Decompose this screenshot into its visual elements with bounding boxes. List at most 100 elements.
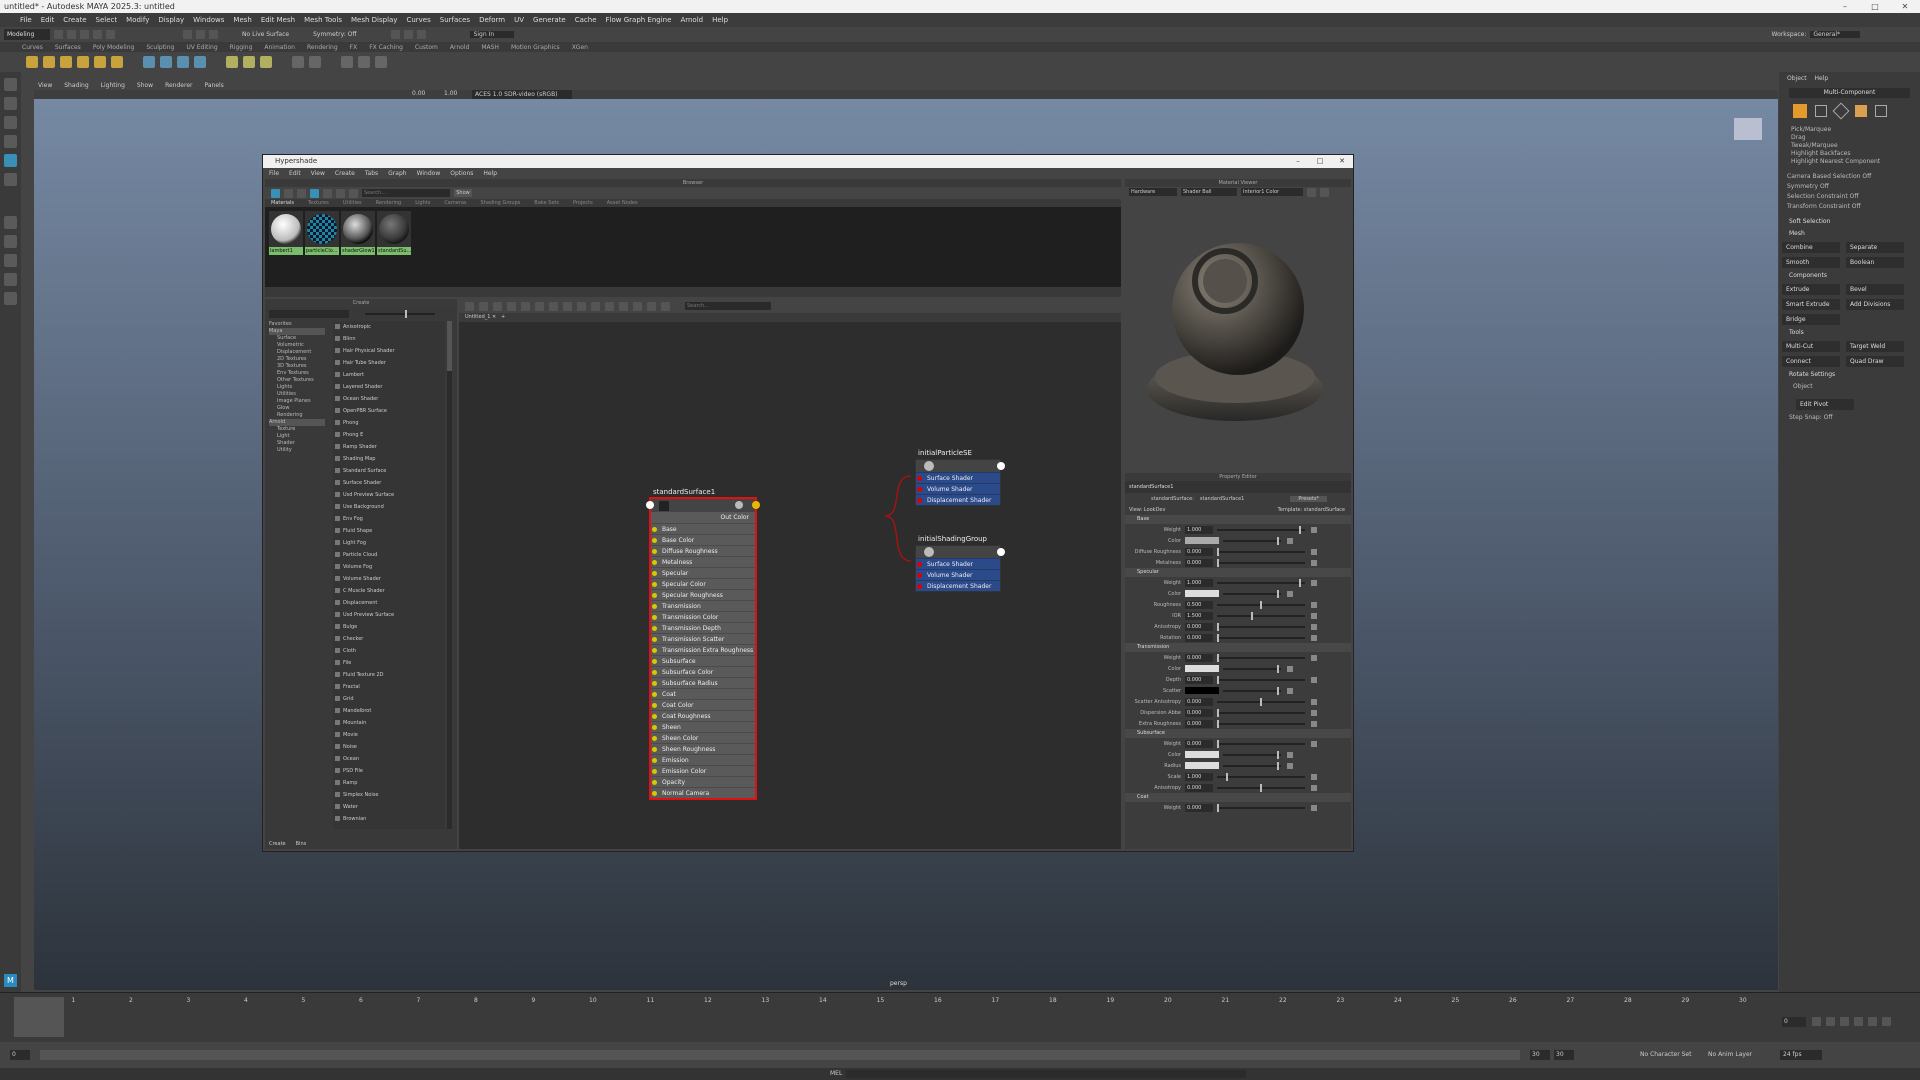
graph-remove-icon[interactable] — [535, 301, 544, 311]
section-base[interactable]: Base — [1125, 515, 1351, 524]
menu-modify[interactable]: Modify — [126, 16, 149, 24]
create-item-movie[interactable]: Movie — [333, 729, 445, 741]
prop-value-field[interactable]: 0.000 — [1185, 547, 1213, 556]
quad-draw-button[interactable]: Quad Draw — [1846, 356, 1904, 367]
create-item-env-fog[interactable]: Env Fog — [333, 513, 445, 525]
step-forward-icon[interactable] — [1868, 1017, 1877, 1026]
map-button-icon[interactable] — [1311, 784, 1317, 791]
shelf-tab-motion-graphics[interactable]: Motion Graphics — [511, 44, 560, 51]
viewport-menu-show[interactable]: Show — [137, 82, 153, 89]
attr-specular-color[interactable]: Specular Color — [651, 578, 755, 589]
tab-help[interactable]: Help — [1815, 75, 1829, 82]
attr-specular[interactable]: Specular — [651, 567, 755, 578]
torus-primitive-icon[interactable] — [111, 56, 123, 68]
out-color-attr[interactable]: Out Color — [651, 512, 755, 523]
map-button-icon[interactable] — [1311, 526, 1317, 533]
symmetry-label[interactable]: Symmetry: Off — [313, 31, 356, 38]
cube-primitive-icon[interactable] — [26, 56, 38, 68]
menu-windows[interactable]: Windows — [193, 16, 224, 24]
prop-slider[interactable] — [1217, 719, 1305, 728]
map-button-icon[interactable] — [1287, 687, 1293, 694]
category-image-planes[interactable]: Image Planes — [269, 398, 325, 405]
create-item-noise[interactable]: Noise — [333, 741, 445, 753]
combine-icon[interactable] — [143, 56, 155, 68]
viewport-menu-shading[interactable]: Shading — [64, 82, 88, 89]
pause-icon[interactable] — [1307, 187, 1316, 197]
graph-bookmark-icon[interactable] — [661, 301, 670, 311]
range-start-field[interactable]: 0 — [10, 1050, 30, 1060]
create-item-bulge[interactable]: Bulge — [333, 621, 445, 633]
create-item-file[interactable]: File — [333, 657, 445, 669]
smooth-icon[interactable] — [194, 56, 206, 68]
close-icon[interactable]: ✕ — [1890, 0, 1920, 13]
create-item-ocean[interactable]: Ocean — [333, 753, 445, 765]
prop-value-field[interactable]: 1.000 — [1185, 578, 1213, 587]
map-button-icon[interactable] — [1311, 698, 1317, 705]
create-item-checker[interactable]: Checker — [333, 633, 445, 645]
symmetry-prop-value[interactable]: Off — [1820, 183, 1829, 190]
renderer-select[interactable]: Hardware — [1129, 188, 1177, 196]
viewport-menu-view[interactable]: View — [38, 82, 52, 89]
category-light[interactable]: Light — [269, 433, 325, 440]
layout-two-icon[interactable] — [4, 254, 17, 267]
hs-menu-options[interactable]: Options — [450, 170, 473, 177]
prop-slider[interactable] — [1217, 803, 1305, 812]
select-tool-icon[interactable] — [4, 78, 17, 91]
map-button-icon[interactable] — [1311, 676, 1317, 683]
shelf-tab-fx[interactable]: FX — [350, 44, 358, 51]
map-button-icon[interactable] — [1311, 579, 1317, 586]
color-slider[interactable] — [1223, 536, 1281, 545]
presets-button[interactable]: Presets* — [1290, 496, 1328, 502]
create-item-openpbr-surface[interactable]: OpenPBR Surface — [333, 405, 445, 417]
color-swatch[interactable] — [1185, 537, 1219, 544]
map-button-icon[interactable] — [1311, 623, 1317, 630]
create-item-anisotropic[interactable]: Anisotropic — [333, 321, 445, 333]
rotate-tool-icon[interactable] — [4, 154, 17, 167]
fps-select[interactable]: 24 fps — [1780, 1050, 1822, 1060]
attr-transmission[interactable]: Transmission — [651, 600, 755, 611]
category-env-textures[interactable]: Env Textures — [269, 370, 325, 377]
prop-value-field[interactable]: 1.500 — [1185, 611, 1213, 620]
prop-slider[interactable] — [1217, 600, 1305, 609]
bridge-button[interactable]: Bridge — [1782, 314, 1840, 325]
sg-output-port[interactable] — [997, 462, 1005, 470]
attr-transmission-color[interactable]: Transmission Color — [651, 611, 755, 622]
selection-constraint-value[interactable]: Off — [1850, 193, 1859, 200]
zoom-icon[interactable] — [4, 292, 17, 305]
create-item-volume-fog[interactable]: Volume Fog — [333, 561, 445, 573]
current-time-marker[interactable] — [14, 997, 64, 1037]
browser-tab-shading-groups[interactable]: Shading Groups — [481, 200, 521, 206]
smart-extrude-button[interactable]: Smart Extrude — [1782, 299, 1840, 310]
prop-slider[interactable] — [1217, 783, 1305, 792]
browser-tab-utilities[interactable]: Utilities — [343, 200, 362, 206]
category-maya[interactable]: Maya — [269, 328, 325, 335]
create-item-particle-cloud[interactable]: Particle Cloud — [333, 549, 445, 561]
uv-mode-icon[interactable] — [1875, 105, 1887, 117]
map-button-icon[interactable] — [1287, 537, 1293, 544]
map-button-icon[interactable] — [1287, 665, 1293, 672]
tab-create[interactable]: Create — [269, 841, 286, 847]
command-input[interactable] — [846, 1070, 1246, 1078]
create-item-hair-tube-shader[interactable]: Hair Tube Shader — [333, 357, 445, 369]
play-forward-icon[interactable] — [1854, 1017, 1863, 1026]
multicut-icon[interactable] — [292, 56, 304, 68]
map-button-icon[interactable] — [1287, 762, 1293, 769]
menu-mesh[interactable]: Mesh — [233, 16, 251, 24]
combine-button[interactable]: Combine — [1782, 242, 1840, 253]
outliner-icon[interactable] — [4, 273, 17, 286]
map-button-icon[interactable] — [1311, 548, 1317, 555]
graph-custom-view-icon[interactable] — [591, 301, 600, 311]
browser-tab-projects[interactable]: Projects — [573, 200, 593, 206]
option-highlight-backfaces[interactable]: Highlight Backfaces — [1791, 150, 1912, 158]
pe-view-label[interactable]: View: LookDev — [1129, 507, 1165, 513]
camera-based-selection-value[interactable]: Off — [1862, 173, 1871, 180]
hs-menu-file[interactable]: File — [269, 170, 279, 177]
prop-slider[interactable] — [1217, 697, 1305, 706]
attr-surface-shader[interactable]: Surface Shader — [916, 472, 1000, 483]
map-button-icon[interactable] — [1311, 720, 1317, 727]
create-item-volume-shader[interactable]: Volume Shader — [333, 573, 445, 585]
ipr-icon[interactable] — [403, 30, 413, 39]
hs-menu-edit[interactable]: Edit — [289, 170, 301, 177]
create-item-layered-shader[interactable]: Layered Shader — [333, 381, 445, 393]
range-end-field[interactable]: 30 — [1530, 1050, 1550, 1060]
